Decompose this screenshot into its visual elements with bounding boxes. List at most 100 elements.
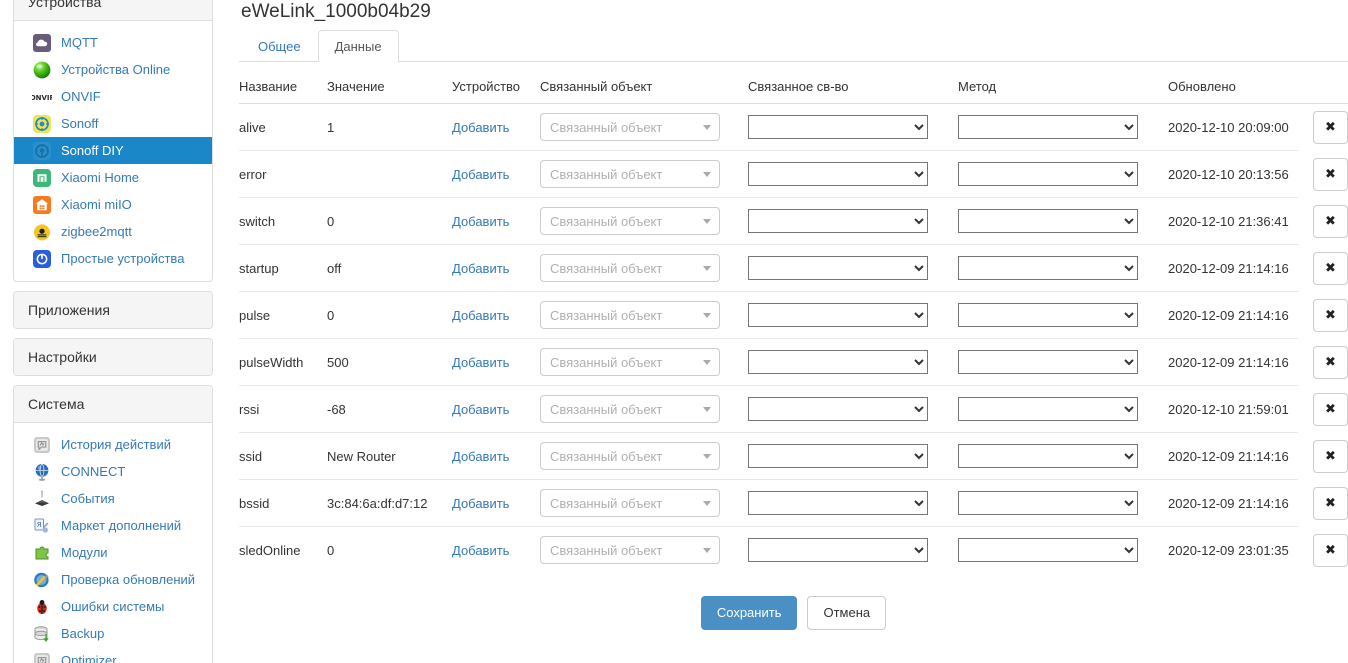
sidebar-item-online[interactable]: Устройства Online (14, 56, 212, 83)
delete-row-button[interactable]: ✖ (1313, 158, 1348, 191)
linked-object-select[interactable]: Связанный объект (540, 160, 720, 188)
cell-method (958, 245, 1168, 292)
cell-actions: ✖ (1298, 245, 1348, 292)
cell-value: 500 (327, 339, 452, 386)
cell-actions: ✖ (1298, 433, 1348, 480)
linked-object-select[interactable]: Связанный объект (540, 113, 720, 141)
sidebar-item-mqtt[interactable]: MQTT (14, 29, 212, 56)
tab-general[interactable]: Общее (241, 30, 318, 62)
linked-object-select[interactable]: Связанный объект (540, 489, 720, 517)
add-device-link[interactable]: Добавить (452, 496, 509, 511)
cancel-button[interactable]: Отмена (807, 596, 886, 630)
sidebar-item-label: Sonoff DIY (61, 143, 124, 158)
linked-property-select[interactable] (748, 162, 928, 186)
sidebar-item-[interactable]: Простые устройства (14, 245, 212, 272)
add-device-link[interactable]: Добавить (452, 355, 509, 370)
sidebar-item-zigbee2mqtt[interactable]: zigbee2mqtt (14, 218, 212, 245)
sidebar-item-optimizer[interactable]: Optimizer (14, 647, 212, 663)
sidebar-item-label: Sonoff (61, 116, 98, 131)
add-device-link[interactable]: Добавить (452, 449, 509, 464)
linked-property-select[interactable] (748, 444, 928, 468)
delete-row-button[interactable]: ✖ (1313, 111, 1348, 144)
method-select[interactable] (958, 256, 1138, 280)
linked-property-select[interactable] (748, 350, 928, 374)
linked-property-select[interactable] (748, 115, 928, 139)
cell-device: Добавить (452, 104, 540, 151)
delete-row-button[interactable]: ✖ (1313, 346, 1348, 379)
linked-object-select[interactable]: Связанный объект (540, 442, 720, 470)
method-select[interactable] (958, 303, 1138, 327)
data-grid: НазваниеЗначениеУстройствоСвязанный объе… (239, 79, 1348, 630)
linked-object-select[interactable]: Связанный объект (540, 395, 720, 423)
save-button[interactable]: Сохранить (701, 596, 798, 630)
sidebar-panel-header[interactable]: Приложения (14, 292, 212, 328)
linked-property-select[interactable] (748, 491, 928, 515)
tab-data[interactable]: Данные (318, 30, 399, 62)
delete-row-button[interactable]: ✖ (1313, 299, 1348, 332)
cell-method (958, 104, 1168, 151)
linked-property-select[interactable] (748, 209, 928, 233)
delete-row-button[interactable]: ✖ (1313, 440, 1348, 473)
sidebar-item-[interactable]: Ошибки системы (14, 593, 212, 620)
sidebar-item-xiaomi-home[interactable]: Xiaomi Home (14, 164, 212, 191)
sidebar-item-label: Устройства Online (61, 62, 170, 77)
sidebar-item-[interactable]: События (14, 485, 212, 512)
method-select[interactable] (958, 491, 1138, 515)
method-select[interactable] (958, 162, 1138, 186)
linked-object-placeholder: Связанный объект (550, 355, 662, 370)
close-icon: ✖ (1325, 356, 1336, 369)
backup-icon (32, 624, 52, 644)
optimizer-icon (32, 651, 52, 663)
sidebar-item-[interactable]: ЯМаркет дополнений (14, 512, 212, 539)
sidebar-panel-header[interactable]: Настройки (14, 339, 212, 375)
add-device-link[interactable]: Добавить (452, 120, 509, 135)
add-device-link[interactable]: Добавить (452, 308, 509, 323)
method-select[interactable] (958, 444, 1138, 468)
delete-row-button[interactable]: ✖ (1313, 252, 1348, 285)
delete-row-button[interactable]: ✖ (1313, 393, 1348, 426)
sidebar-item-onvif[interactable]: ONVIFONVIF (14, 83, 212, 110)
table-row: alive1ДобавитьСвязанный объект2020-12-10… (239, 104, 1348, 151)
table-header-row: НазваниеЗначениеУстройствоСвязанный объе… (239, 79, 1348, 104)
add-device-link[interactable]: Добавить (452, 214, 509, 229)
cell-updated: 2020-12-10 20:13:56 (1168, 151, 1298, 198)
update-check-icon (32, 570, 52, 590)
linked-object-placeholder: Связанный объект (550, 402, 662, 417)
sidebar-item-sonoff-diy[interactable]: Sonoff DIY (14, 137, 212, 164)
method-select[interactable] (958, 397, 1138, 421)
method-select[interactable] (958, 115, 1138, 139)
sidebar-item-[interactable]: Проверка обновлений (14, 566, 212, 593)
linked-object-select[interactable]: Связанный объект (540, 301, 720, 329)
add-device-link[interactable]: Добавить (452, 167, 509, 182)
sidebar-item-xiaomi-miio[interactable]: Xiaomi miIO (14, 191, 212, 218)
sidebar-panel-header[interactable]: Устройства (14, 0, 212, 21)
cell-actions: ✖ (1298, 292, 1348, 339)
delete-row-button[interactable]: ✖ (1313, 487, 1348, 520)
add-device-link[interactable]: Добавить (452, 261, 509, 276)
linked-object-select[interactable]: Связанный объект (540, 254, 720, 282)
sidebar-item-sonoff[interactable]: Sonoff (14, 110, 212, 137)
sidebar-item-[interactable]: Модули (14, 539, 212, 566)
column-header: Связанный объект (540, 79, 748, 104)
method-select[interactable] (958, 350, 1138, 374)
sidebar-item-backup[interactable]: Backup (14, 620, 212, 647)
linked-object-select[interactable]: Связанный объект (540, 536, 720, 564)
method-select[interactable] (958, 209, 1138, 233)
column-header: Метод (958, 79, 1168, 104)
sidebar-item-[interactable]: История действий (14, 431, 212, 458)
sidebar-item-label: Optimizer (61, 653, 117, 663)
linked-property-select[interactable] (748, 303, 928, 327)
linked-object-select[interactable]: Связанный объект (540, 348, 720, 376)
delete-row-button[interactable]: ✖ (1313, 205, 1348, 238)
linked-property-select[interactable] (748, 256, 928, 280)
add-device-link[interactable]: Добавить (452, 543, 509, 558)
sidebar-panel-header[interactable]: Система (14, 386, 212, 423)
add-device-link[interactable]: Добавить (452, 402, 509, 417)
linked-property-select[interactable] (748, 397, 928, 421)
table-row: rssi-68ДобавитьСвязанный объект2020-12-1… (239, 386, 1348, 433)
sidebar-item-connect[interactable]: CONNECT (14, 458, 212, 485)
method-select[interactable] (958, 538, 1138, 562)
delete-row-button[interactable]: ✖ (1313, 534, 1348, 567)
linked-property-select[interactable] (748, 538, 928, 562)
linked-object-select[interactable]: Связанный объект (540, 207, 720, 235)
